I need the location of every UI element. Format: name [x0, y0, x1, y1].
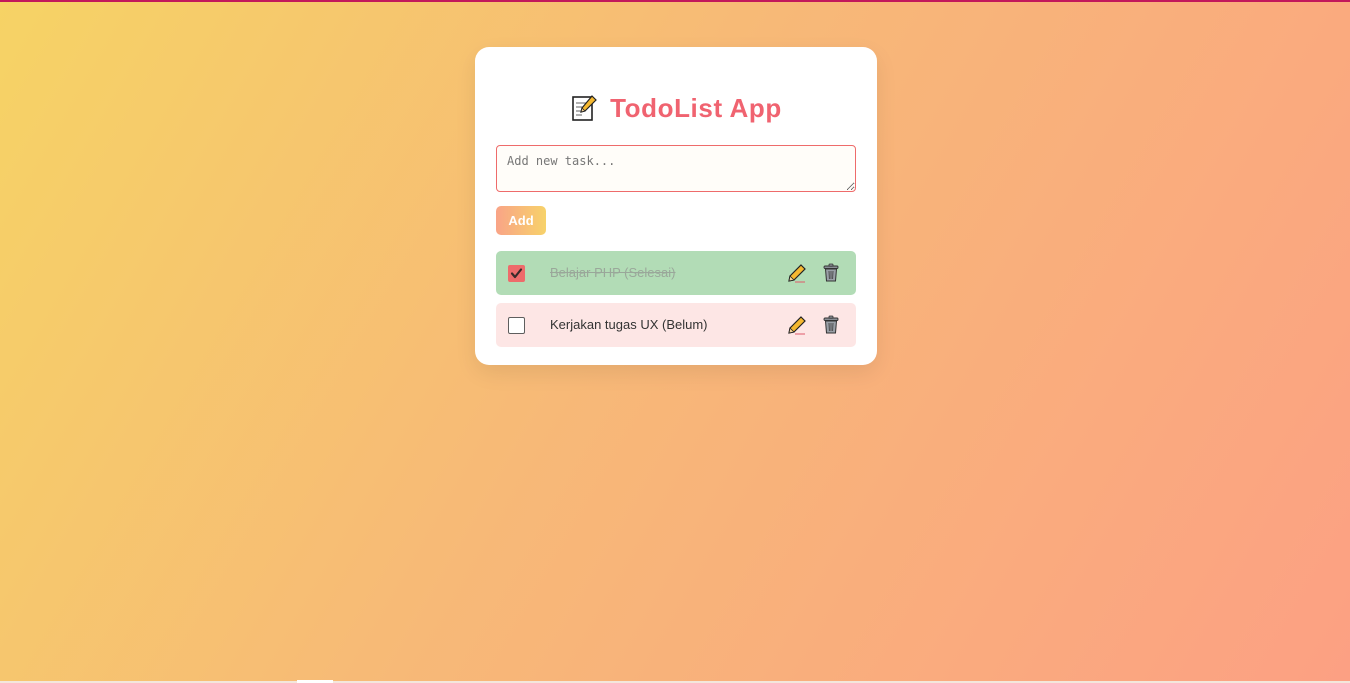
top-accent-line [0, 0, 1350, 2]
todo-text: Kerjakan tugas UX (Belum) [550, 317, 708, 332]
pencil-icon[interactable] [787, 263, 807, 283]
todo-checkbox[interactable] [508, 317, 525, 334]
todo-item: Belajar PHP (Selesai) [496, 251, 856, 295]
trash-icon[interactable] [821, 315, 841, 335]
page-title: TodoList App [475, 93, 877, 123]
todo-checkbox[interactable] [508, 265, 525, 282]
page-title-text: TodoList App [610, 93, 782, 123]
todo-item: Kerjakan tugas UX (Belum) [496, 303, 856, 347]
memo-icon [570, 94, 598, 122]
todo-text: Belajar PHP (Selesai) [550, 265, 676, 280]
add-task-button[interactable]: Add [496, 206, 546, 235]
todo-card: TodoList App Add Belajar PHP (Selesai) [475, 47, 877, 365]
trash-icon[interactable] [821, 263, 841, 283]
new-task-input[interactable] [496, 145, 856, 192]
todo-list: Belajar PHP (Selesai) Kerjakan tugas UX … [496, 251, 856, 355]
pencil-icon[interactable] [787, 315, 807, 335]
